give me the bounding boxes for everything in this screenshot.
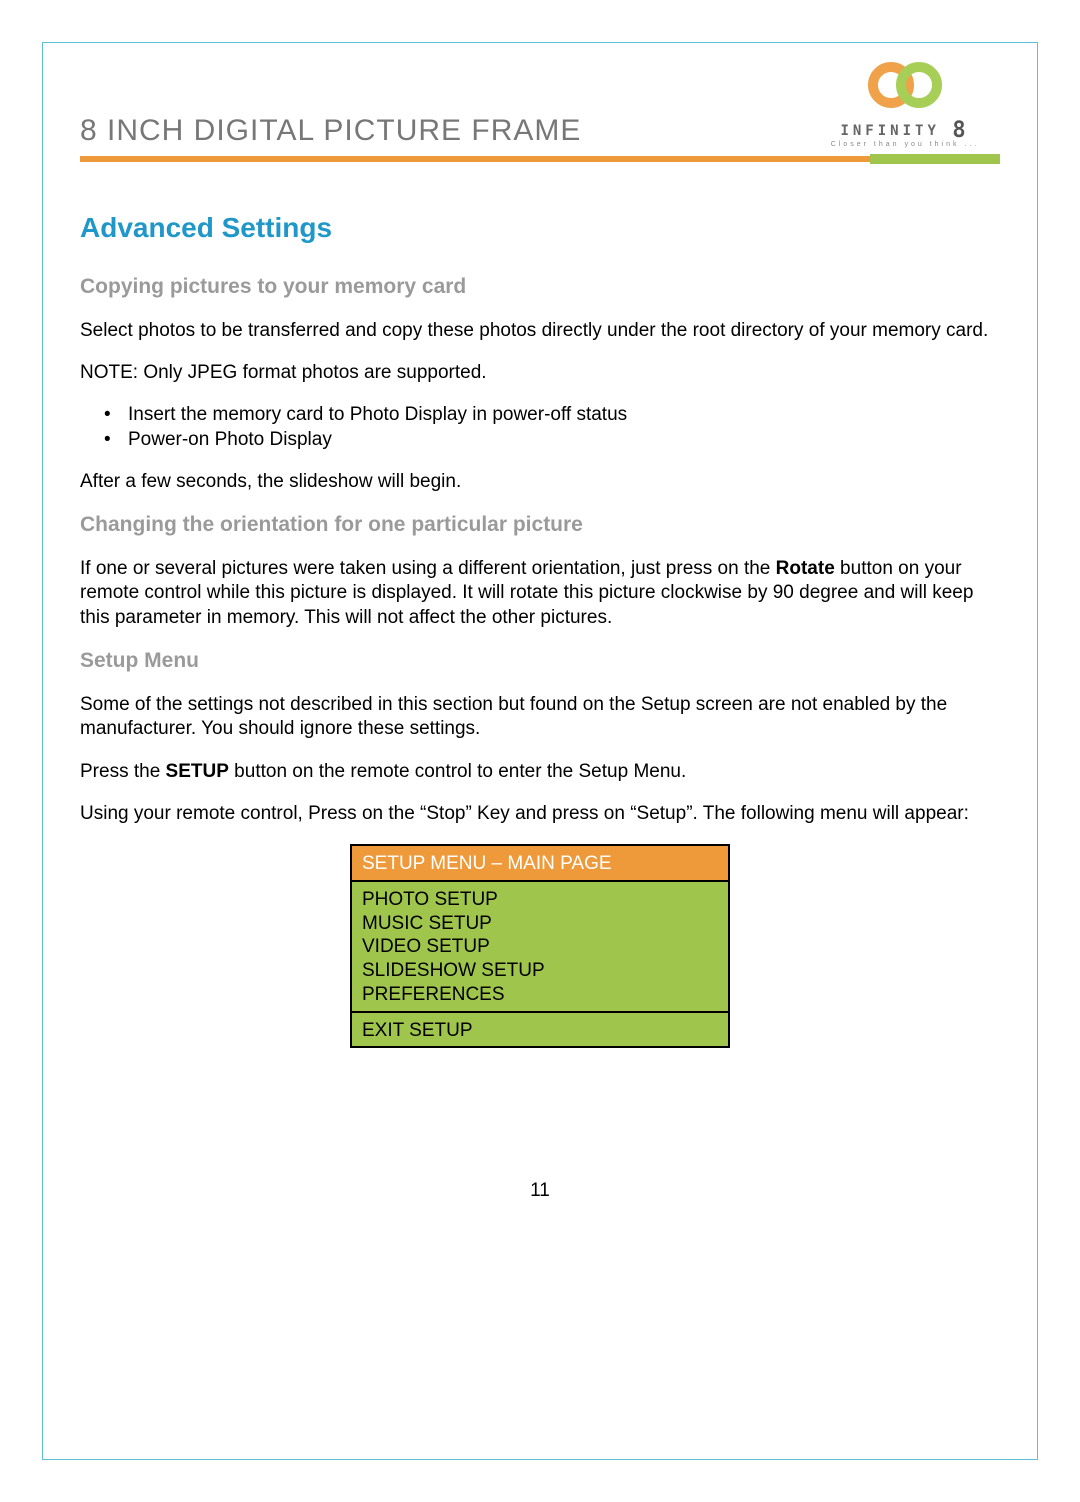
brand-logo: INFINITY 8 Closer than you think ... bbox=[810, 60, 1000, 148]
text-bold-setup: SETUP bbox=[166, 761, 229, 782]
para-setup-2: Press the SETUP button on the remote con… bbox=[80, 760, 1000, 784]
menu-item: SLIDESHOW SETUP bbox=[362, 959, 718, 983]
list-item: Power-on Photo Display bbox=[104, 428, 1000, 452]
heading-orientation: Changing the orientation for one particu… bbox=[80, 512, 1000, 539]
page-header: INFINITY 8 Closer than you think ... 8 I… bbox=[80, 60, 1000, 164]
menu-header-cell: SETUP MENU – MAIN PAGE bbox=[351, 845, 729, 881]
text: If one or several pictures were taken us… bbox=[80, 558, 776, 579]
para-setup-3: Using your remote control, Press on the … bbox=[80, 802, 1000, 826]
menu-item: MUSIC SETUP bbox=[362, 912, 718, 936]
heading-setup-menu: Setup Menu bbox=[80, 648, 1000, 675]
logo-brand-suffix: 8 bbox=[952, 118, 969, 143]
para-orientation: If one or several pictures were taken us… bbox=[80, 557, 1000, 630]
logo-tagline: Closer than you think ... bbox=[810, 141, 1000, 148]
menu-items-cell: PHOTO SETUP MUSIC SETUP VIDEO SETUP SLID… bbox=[351, 881, 729, 1012]
section-title: Advanced Settings bbox=[80, 210, 1000, 246]
page-number: 11 bbox=[0, 1180, 1080, 1202]
para-copy-note: NOTE: Only JPEG format photos are suppor… bbox=[80, 361, 1000, 385]
logo-brand-text: INFINITY 8 bbox=[810, 116, 1000, 141]
logo-rings-icon bbox=[810, 60, 1000, 114]
menu-item: VIDEO SETUP bbox=[362, 935, 718, 959]
header-rule-orange bbox=[80, 156, 870, 162]
para-copy-1: Select photos to be transferred and copy… bbox=[80, 319, 1000, 343]
setup-menu-table: SETUP MENU – MAIN PAGE PHOTO SETUP MUSIC… bbox=[350, 844, 730, 1048]
header-rule-green bbox=[870, 154, 1000, 164]
heading-copying: Copying pictures to your memory card bbox=[80, 274, 1000, 301]
para-copy-2: After a few seconds, the slideshow will … bbox=[80, 470, 1000, 494]
list-item: Insert the memory card to Photo Display … bbox=[104, 403, 1000, 427]
menu-item: PHOTO SETUP bbox=[362, 888, 718, 912]
text: button on the remote control to enter th… bbox=[229, 761, 686, 782]
text-bold-rotate: Rotate bbox=[776, 558, 835, 579]
header-rule bbox=[80, 154, 1000, 164]
page-content: Advanced Settings Copying pictures to yo… bbox=[80, 200, 1000, 1048]
logo-brand: INFINITY bbox=[840, 123, 939, 139]
menu-item: PREFERENCES bbox=[362, 983, 718, 1007]
text: Press the bbox=[80, 761, 166, 782]
para-setup-1: Some of the settings not described in th… bbox=[80, 693, 1000, 742]
copy-bullet-list: Insert the memory card to Photo Display … bbox=[104, 403, 1000, 452]
menu-exit-cell: EXIT SETUP bbox=[351, 1012, 729, 1048]
